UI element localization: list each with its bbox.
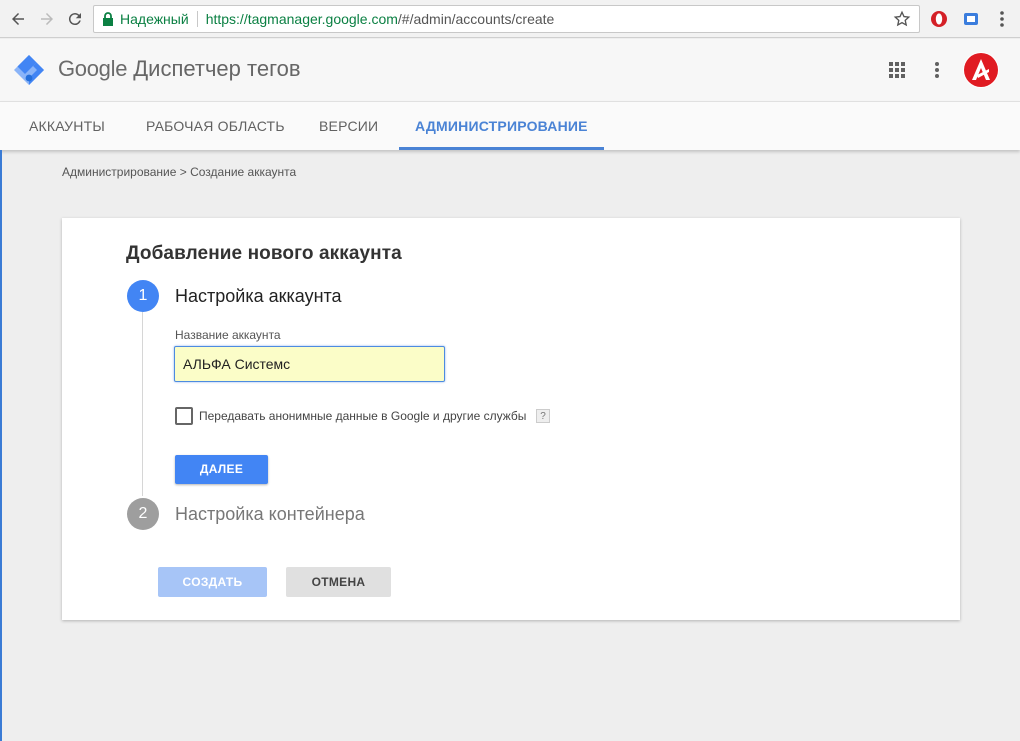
step-2-title: Настройка контейнера — [175, 504, 365, 524]
back-button[interactable] — [6, 7, 30, 31]
product-title: Google Диспетчер тегов — [58, 56, 301, 82]
browser-menu-icon[interactable] — [992, 9, 1012, 29]
next-button[interactable]: ДАЛЕЕ — [175, 455, 268, 484]
tab-workspace[interactable]: РАБОЧАЯ ОБЛАСТЬ — [130, 102, 301, 150]
extension-icon[interactable] — [961, 9, 981, 29]
create-account-card: Добавление нового аккаунта 1 Настройка а… — [62, 218, 960, 620]
url-path: /#/admin/accounts/create — [397, 11, 555, 27]
tab-accounts[interactable]: АККАУНТЫ — [13, 102, 121, 150]
page-title: Добавление нового аккаунта — [126, 243, 402, 264]
help-icon[interactable]: ? — [536, 409, 550, 423]
cancel-button[interactable]: ОТМЕНА — [286, 567, 391, 597]
forward-button[interactable] — [35, 7, 59, 31]
more-vert-icon[interactable] — [927, 60, 947, 80]
create-button[interactable]: СОЗДАТЬ — [158, 567, 267, 597]
url-host: https://tagmanager.google.com — [205, 11, 398, 27]
step-connector — [142, 312, 143, 496]
browser-toolbar: Надежный https://tagmanager.google.com/#… — [0, 0, 1020, 38]
reload-button[interactable] — [63, 7, 87, 31]
apps-grid-icon[interactable] — [887, 60, 907, 80]
account-name-label: Название аккаунта — [175, 328, 281, 342]
nav-tabs: АККАУНТЫ РАБОЧАЯ ОБЛАСТЬ ВЕРСИИ АДМИНИСТ… — [0, 101, 1020, 150]
address-bar[interactable]: Надежный https://tagmanager.google.com/#… — [93, 5, 920, 33]
tab-versions[interactable]: ВЕРСИИ — [303, 102, 394, 150]
reload-icon — [68, 13, 81, 26]
breadcrumb: Администрирование > Создание аккаунта — [62, 165, 297, 179]
share-data-label[interactable]: Передавать анонимные данные в Google и д… — [199, 409, 526, 423]
arrow-right-icon — [41, 13, 53, 25]
step-1-badge: 1 — [127, 280, 159, 312]
step-1-title: Настройка аккаунта — [175, 286, 342, 306]
avatar[interactable] — [963, 52, 999, 88]
tab-admin[interactable]: АДМИНИСТРИРОВАНИЕ — [399, 102, 604, 150]
window-edge — [0, 150, 2, 741]
share-data-checkbox[interactable] — [175, 407, 193, 425]
bookmark-star-icon[interactable] — [893, 10, 911, 28]
opera-extension-icon[interactable] — [929, 9, 949, 29]
brand-product: Диспетчер тегов — [133, 56, 301, 81]
tag-manager-logo-icon[interactable] — [13, 54, 45, 86]
omnibox-separator — [196, 11, 198, 27]
account-name-input[interactable] — [174, 346, 445, 382]
app-header: Google Диспетчер тегов — [0, 39, 1020, 101]
step-2-badge: 2 — [127, 498, 159, 530]
arrow-left-icon — [12, 13, 24, 25]
lock-icon — [102, 12, 114, 26]
brand-google: Google — [58, 56, 128, 81]
secure-label: Надежный — [120, 11, 189, 27]
